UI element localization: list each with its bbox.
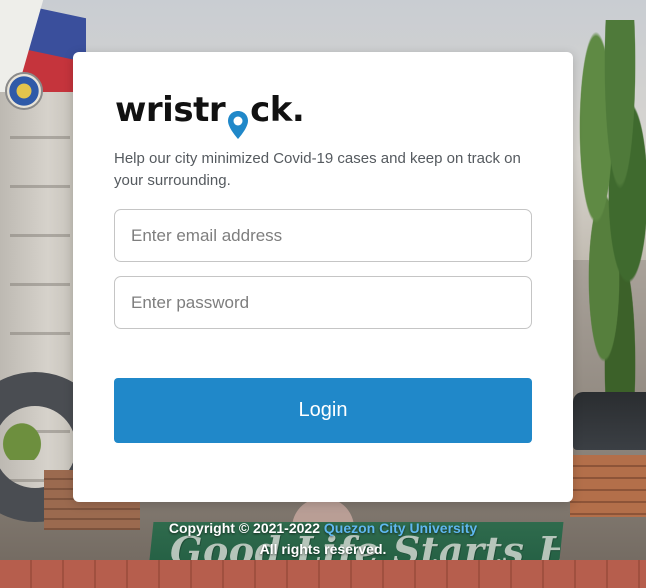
password-input[interactable]: [114, 276, 532, 329]
login-button[interactable]: Login: [114, 378, 532, 443]
plants: [0, 420, 44, 460]
parked-car: [573, 392, 646, 450]
university-link[interactable]: Quezon City University: [324, 520, 477, 536]
city-seal: [5, 72, 43, 110]
wristrack-logo: wristr ck.: [115, 90, 305, 140]
palm-tree: [572, 20, 646, 450]
brick-planter: [570, 455, 646, 517]
rights-text: All rights reserved.: [259, 541, 387, 557]
copyright-text: Copyright © 2021-2022: [168, 520, 320, 536]
brick-floor: [0, 560, 646, 588]
footer: Copyright © 2021-2022 Quezon City Univer…: [73, 518, 573, 560]
logo-text-start: wristr: [115, 90, 226, 130]
copyright-line: Copyright © 2021-2022 Quezon City Univer…: [73, 518, 573, 539]
logo-text-end: ck.: [250, 90, 305, 130]
tagline: Help our city minimized Covid-19 cases a…: [114, 150, 521, 189]
email-input[interactable]: [114, 209, 532, 262]
map-pin-icon: [227, 110, 249, 140]
login-card: wristr ck. Help our city minimized Covid…: [73, 52, 573, 502]
